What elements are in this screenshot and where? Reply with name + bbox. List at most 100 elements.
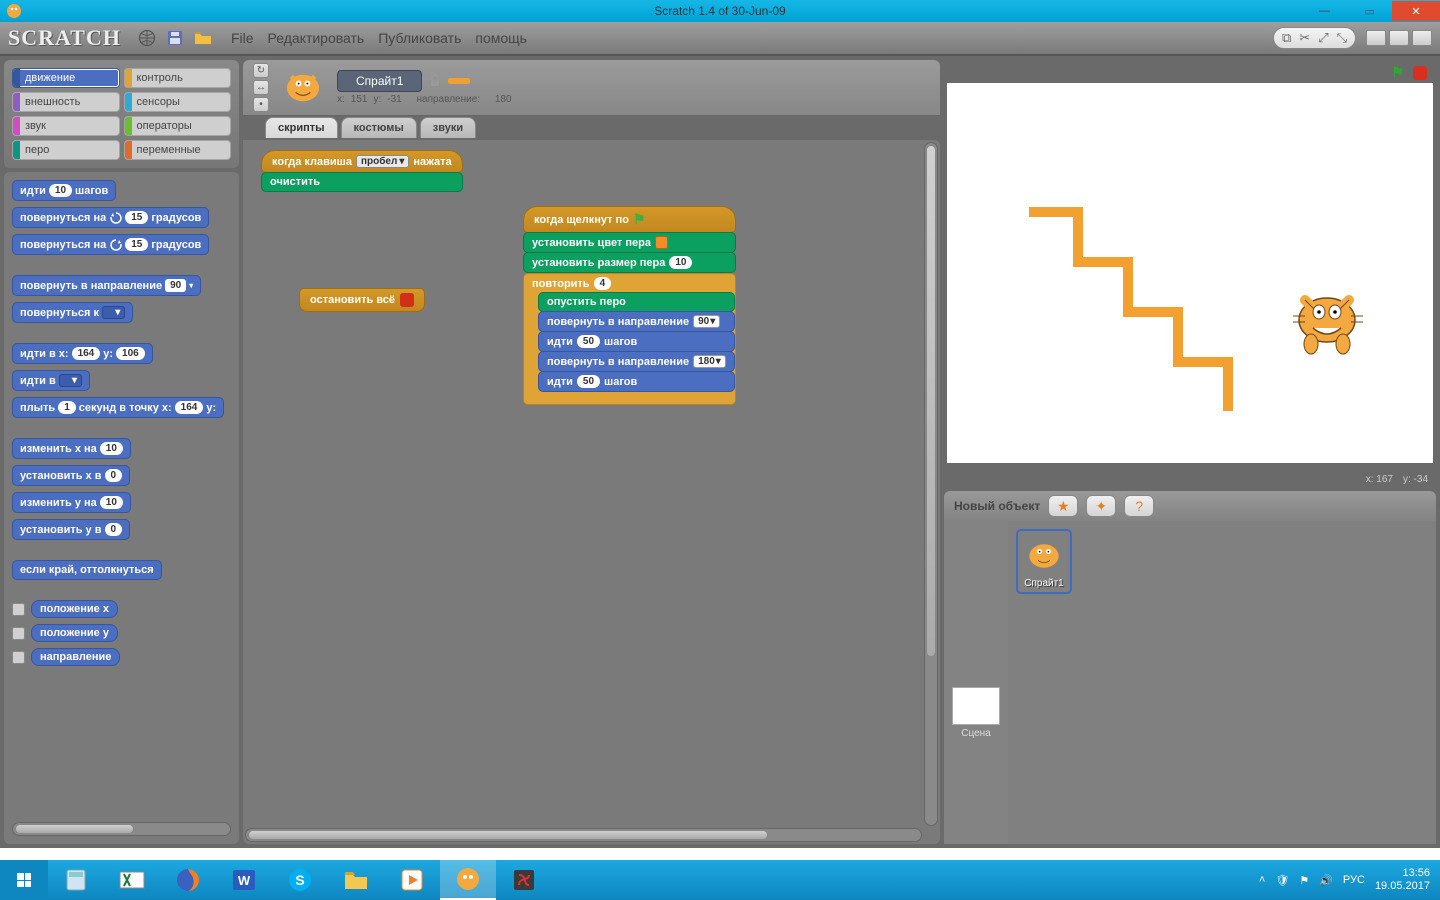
block-move-2[interactable]: идти50шагов (538, 371, 735, 392)
green-flag-button[interactable]: ⚑ (1391, 63, 1405, 83)
hat-when-key-pressed[interactable]: когда клавишапробел ▾нажата (261, 150, 463, 173)
block-glide[interactable]: плыть1секунд в точку x:164y: (12, 397, 224, 418)
view-presentation[interactable] (1412, 30, 1432, 46)
cat-motion[interactable]: движение (12, 68, 120, 88)
block-turn-ccw[interactable]: повернуться на15градусов (12, 234, 209, 255)
taskbar-firefox[interactable] (160, 860, 216, 900)
cat-sensing[interactable]: сенсоры (124, 92, 232, 112)
menu-help[interactable]: помощь (475, 30, 527, 46)
language-icon[interactable] (136, 27, 158, 49)
color-swatch[interactable] (655, 236, 668, 249)
script-hscrollbar[interactable] (245, 828, 922, 842)
reporter-y[interactable]: положение y (31, 624, 118, 642)
view-normal-stage[interactable] (1389, 30, 1409, 46)
close-button[interactable]: ✕ (1392, 1, 1440, 21)
script-vscrollbar[interactable] (924, 142, 938, 826)
tray-volume-icon[interactable]: 🔊 (1319, 874, 1333, 887)
maximize-button[interactable]: ▭ (1347, 1, 1392, 21)
block-goto[interactable]: идти в ▾ (12, 370, 90, 391)
direction-indicator[interactable] (448, 78, 470, 84)
menu-file[interactable]: File (231, 30, 254, 46)
menu-edit[interactable]: Редактировать (268, 30, 365, 46)
script-stack-3[interactable]: когда щелкнут по⚑ установить цвет пера у… (523, 206, 736, 405)
reporter-x[interactable]: положение x (31, 600, 118, 618)
tab-costumes[interactable]: костюмы (341, 117, 417, 138)
block-turn-cw[interactable]: повернуться на15градусов (12, 207, 209, 228)
block-point-dir-1[interactable]: повернуть в направление90▾ (538, 311, 735, 332)
script-stack-1[interactable]: когда клавишапробел ▾нажата очистить (261, 150, 463, 192)
hat-when-flag-clicked[interactable]: когда щелкнут по⚑ (523, 206, 736, 233)
cat-control[interactable]: контроль (124, 68, 232, 88)
surprise-sprite-button[interactable]: ? (1124, 495, 1154, 517)
duplicate-icon[interactable]: ⧉ (1282, 30, 1291, 46)
block-set-y[interactable]: установить y в0 (12, 519, 130, 540)
block-set-pen-size[interactable]: установить размер пера10 (523, 252, 736, 273)
taskbar: W S ˄ 🛡 ⚑ 🔊 РУС 13:56 19.05.2017 (0, 860, 1440, 900)
cat-looks[interactable]: внешность (12, 92, 120, 112)
script-area[interactable]: когда клавишапробел ▾нажата очистить ост… (243, 140, 940, 844)
tab-scripts[interactable]: скрипты (265, 117, 338, 138)
block-pen-down-inner[interactable]: опустить перо (538, 292, 735, 312)
minimize-button[interactable]: — (1302, 1, 1347, 21)
taskbar-skype[interactable]: S (272, 860, 328, 900)
tray-chevron-icon[interactable]: ˄ (1259, 874, 1265, 886)
block-change-x[interactable]: изменить x на10 (12, 438, 131, 459)
checkbox-x[interactable] (12, 603, 25, 616)
lock-icon[interactable] (428, 74, 442, 88)
turn-ccw-icon (109, 238, 122, 251)
block-clear[interactable]: очистить (261, 172, 463, 192)
shrink-icon[interactable]: ⤡ (1337, 30, 1347, 46)
block-point-towards[interactable]: повернуться к ▾ (12, 302, 133, 323)
sprite-name-field[interactable]: Спрайт1 (337, 70, 422, 92)
block-goto-xy[interactable]: идти в x:164y:106 (12, 343, 153, 364)
taskbar-media[interactable] (384, 860, 440, 900)
rotate-360-button[interactable]: ↻ (253, 63, 269, 78)
tray-clock[interactable]: 13:56 19.05.2017 (1375, 867, 1430, 893)
taskbar-word[interactable]: W (216, 860, 272, 900)
block-set-x[interactable]: установить x в0 (12, 465, 130, 486)
save-icon[interactable] (164, 27, 186, 49)
cut-icon[interactable]: ✂ (1299, 30, 1310, 46)
cat-pen[interactable]: перо (12, 140, 120, 160)
stage-thumbnail[interactable] (952, 687, 1000, 725)
taskbar-excel[interactable] (104, 860, 160, 900)
menu-share[interactable]: Публиковать (378, 30, 461, 46)
rotate-none-button[interactable]: • (253, 97, 269, 112)
rotate-lr-button[interactable]: ↔ (253, 80, 269, 95)
checkbox-y[interactable] (12, 627, 25, 640)
taskbar-acrobat[interactable] (496, 860, 552, 900)
script-stack-2[interactable]: остановить всё (299, 288, 425, 312)
reporter-dir[interactable]: направление (31, 648, 120, 666)
cat-variables[interactable]: переменные (124, 140, 232, 160)
cat-operators[interactable]: операторы (124, 116, 232, 136)
tray-language[interactable]: РУС (1343, 874, 1365, 886)
stage-sprite-cat[interactable] (1287, 278, 1367, 358)
block-move-1[interactable]: идти50шагов (538, 331, 735, 352)
taskbar-explorer[interactable] (328, 860, 384, 900)
taskbar-scratch[interactable] (440, 860, 496, 900)
tab-sounds[interactable]: звуки (420, 117, 476, 138)
block-change-y[interactable]: изменить y на10 (12, 492, 131, 513)
tray-flag-icon[interactable]: ⚑ (1299, 874, 1309, 887)
grow-icon[interactable]: ⤢ (1318, 30, 1328, 46)
block-move-steps[interactable]: идти10шагов (12, 180, 116, 201)
stop-button[interactable] (1413, 66, 1427, 80)
stage[interactable] (947, 83, 1433, 463)
block-stop-all[interactable]: остановить всё (299, 288, 425, 312)
block-if-on-edge-bounce[interactable]: если край, оттолкнуться (12, 560, 162, 580)
tray-shield-icon[interactable]: 🛡 (1275, 874, 1289, 887)
cat-sound[interactable]: звук (12, 116, 120, 136)
palette-hscrollbar[interactable] (12, 822, 231, 836)
block-set-pen-color[interactable]: установить цвет пера (523, 232, 736, 253)
block-point-direction[interactable]: повернуть в направление90▾ (12, 275, 201, 296)
c-block-repeat[interactable]: повторить4 опустить перо повернуть в нап… (523, 273, 736, 405)
block-point-dir-2[interactable]: повернуть в направление180▾ (538, 351, 735, 372)
view-small-stage[interactable] (1366, 30, 1386, 46)
checkbox-dir[interactable] (12, 651, 25, 664)
paint-new-sprite-button[interactable]: ★ (1048, 495, 1078, 517)
start-button[interactable] (0, 860, 48, 900)
taskbar-calc[interactable] (48, 860, 104, 900)
open-icon[interactable] (192, 27, 214, 49)
sprite-tile-1[interactable]: Спрайт1 (1016, 529, 1072, 594)
choose-sprite-button[interactable]: ✦ (1086, 495, 1116, 517)
